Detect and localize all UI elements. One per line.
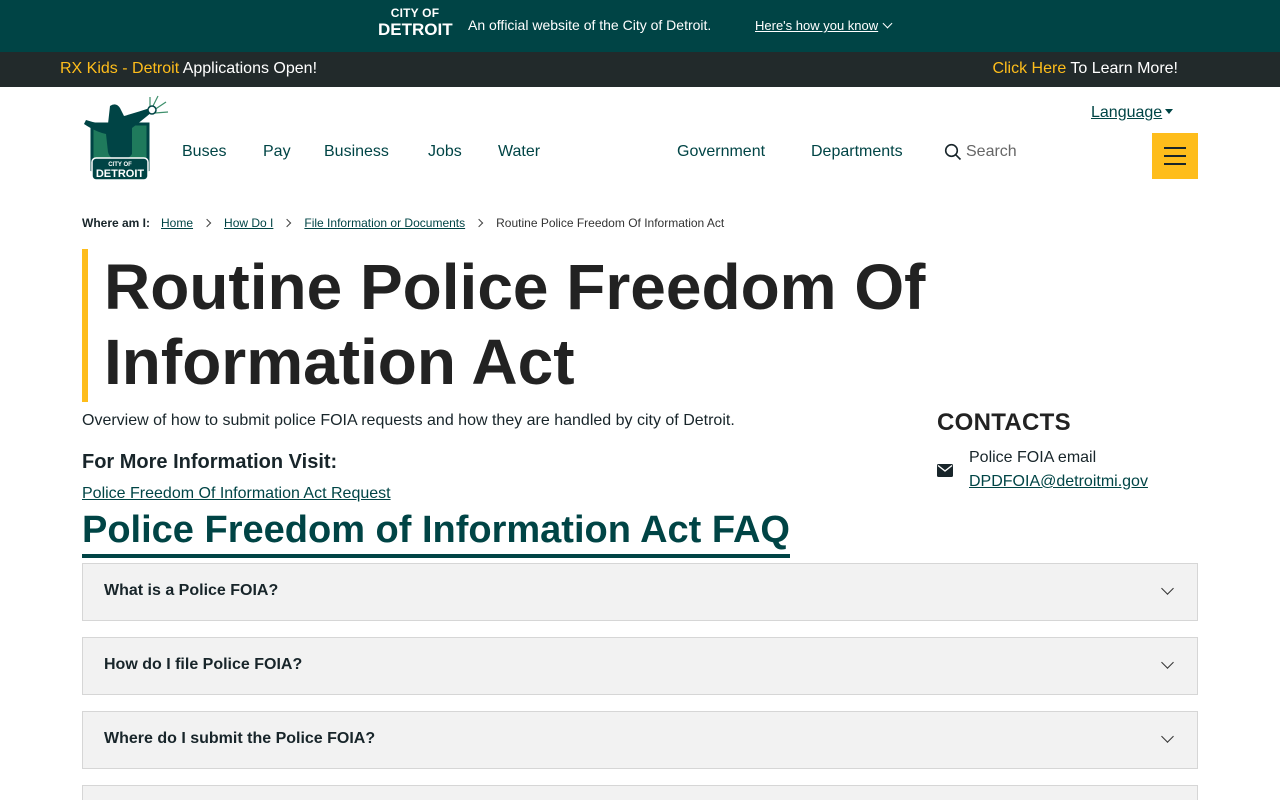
announcement-cta[interactable]: Click Here To Learn More! (992, 60, 1178, 78)
nav-government[interactable]: Government (677, 143, 765, 161)
search-field[interactable]: Search (944, 143, 1017, 161)
nav-water[interactable]: Water (498, 143, 540, 161)
chevron-down-icon (1161, 730, 1174, 743)
page-title: Routine Police Freedom Of Information Ac… (104, 251, 926, 398)
foia-request-link[interactable]: Police Freedom Of Information Act Reques… (82, 485, 391, 503)
nav-pay[interactable]: Pay (263, 143, 291, 161)
announcement-left[interactable]: RX Kids - Detroit Applications Open! (60, 60, 317, 78)
envelope-icon (937, 464, 953, 477)
language-label: Language (1091, 104, 1163, 121)
search-icon (944, 143, 962, 161)
hamburger-icon-bar (1164, 163, 1186, 165)
caret-down-icon (1165, 109, 1174, 114)
breadcrumb-current: Routine Police Freedom Of Information Ac… (496, 216, 725, 230)
faq-item[interactable]: Where do I submit the Police FOIA? (82, 711, 1198, 769)
title-accent-bar (82, 249, 88, 402)
faq-question: How do I file Police FOIA? (104, 656, 303, 673)
announcement-bar: RX Kids - Detroit Applications Open! Cli… (0, 52, 1280, 87)
chevron-right-icon (474, 218, 484, 228)
official-banner-text: An official website of the City of Detro… (468, 17, 712, 33)
search-placeholder: Search (966, 143, 1017, 160)
faq-question: What is a Police FOIA? (104, 582, 279, 599)
breadcrumb-home[interactable]: Home (161, 216, 193, 230)
contact-name: Police FOIA email (969, 449, 1097, 466)
more-info-heading: For More Information Visit: (82, 451, 338, 473)
announcement-program: RX Kids - Detroit (60, 60, 180, 77)
announcement-message: Applications Open! (179, 60, 318, 77)
breadcrumb-how-do-i[interactable]: How Do I (224, 216, 273, 230)
hamburger-icon-bar (1164, 147, 1186, 149)
chevron-down-icon (882, 18, 893, 29)
faq-item[interactable]: What is a Police FOIA? (82, 563, 1198, 621)
logo-sphere (147, 105, 157, 115)
faq-item[interactable]: How do I file Police FOIA? (82, 637, 1198, 695)
menu-button[interactable] (1152, 133, 1198, 179)
contact-email-link[interactable]: DPDFOIA@detroitmi.gov (969, 473, 1148, 491)
how-you-know-link[interactable]: Here's how you know (755, 18, 893, 33)
language-dropdown[interactable]: Language (1091, 104, 1174, 122)
city-of-detroit-wordmark: CITY OF DETROIT (378, 6, 453, 39)
chevron-right-icon (202, 218, 212, 228)
faq-heading: Police Freedom of Information Act FAQ (82, 506, 790, 558)
nav-business[interactable]: Business (324, 143, 389, 161)
city-logo[interactable]: CITY OF DETROIT (80, 94, 170, 192)
wordmark-line2: DETROIT (378, 20, 453, 39)
contacts-heading: CONTACTS (937, 409, 1071, 436)
faq-item-partial[interactable] (82, 785, 1198, 800)
breadcrumb-label: Where am I: (82, 216, 151, 230)
hamburger-icon-bar (1164, 155, 1186, 157)
how-you-know-label: Here's how you know (755, 18, 879, 33)
official-banner: CITY OF DETROIT An official website of t… (0, 0, 1280, 52)
logo-text-big: DETROIT (96, 168, 145, 180)
chevron-down-icon (1161, 656, 1174, 669)
wordmark-line1: CITY OF (390, 6, 440, 20)
chevron-right-icon (283, 218, 292, 228)
nav-buses[interactable]: Buses (182, 143, 226, 161)
breadcrumb-file-information[interactable]: File Information or Documents (304, 216, 465, 230)
click-here-link[interactable]: Click Here (992, 60, 1066, 77)
breadcrumb: Where am I: Home How Do I File Informati… (82, 216, 724, 230)
chevron-down-icon (1161, 582, 1174, 595)
page-overview: Overview of how to submit police FOIA re… (82, 412, 735, 429)
faq-question: Where do I submit the Police FOIA? (104, 730, 376, 747)
nav-departments[interactable]: Departments (811, 143, 903, 161)
nav-jobs[interactable]: Jobs (428, 143, 462, 161)
learn-more-text: To Learn More! (1066, 60, 1178, 77)
